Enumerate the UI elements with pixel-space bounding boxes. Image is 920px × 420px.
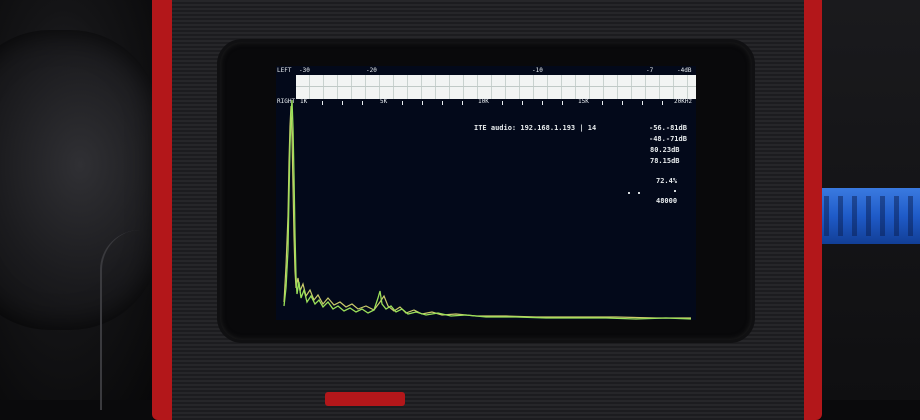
photo-scene: LEFT -30 -20 -10 -7 -4dB RIGHT 1K 5K 10K… bbox=[0, 0, 920, 420]
spectrum-trace-green bbox=[283, 99, 692, 320]
audio-analyzer-screen: LEFT -30 -20 -10 -7 -4dB RIGHT 1K 5K 10K… bbox=[276, 66, 696, 320]
spectrum-plot bbox=[283, 99, 692, 320]
spectrum-trace-yellow bbox=[283, 105, 691, 319]
case-bottom-notch bbox=[325, 392, 405, 406]
ethernet-cable bbox=[810, 188, 920, 244]
